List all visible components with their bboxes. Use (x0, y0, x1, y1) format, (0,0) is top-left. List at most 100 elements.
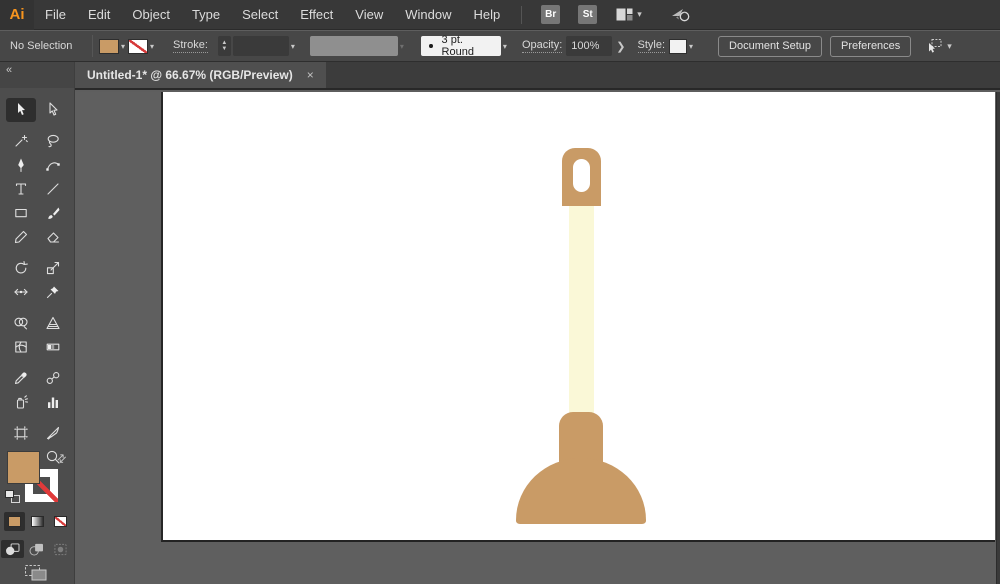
shape-builder-tool[interactable] (6, 311, 36, 335)
width-tool[interactable] (6, 280, 36, 304)
tab-close-icon[interactable]: × (307, 68, 314, 82)
scale-tool[interactable] (38, 256, 68, 280)
stock-button[interactable]: St (578, 5, 598, 24)
type-icon (15, 183, 27, 195)
pen-tool[interactable] (6, 153, 36, 177)
menu-type[interactable]: Type (181, 0, 231, 30)
stroke-weight-stepper[interactable]: ▲ ▼ (217, 36, 231, 56)
rotate-tool[interactable] (6, 256, 36, 280)
plunger-illustration[interactable] (163, 92, 995, 540)
chevron-down-icon[interactable]: ▾ (150, 42, 154, 51)
gradient-tool[interactable] (38, 335, 68, 359)
draw-inside-button[interactable] (49, 540, 72, 558)
type-tool[interactable] (6, 177, 36, 201)
draw-inside-icon (54, 543, 67, 555)
tool-group (0, 256, 74, 304)
controlbar-separator (92, 35, 93, 57)
tool-group (0, 129, 74, 249)
gpu-performance-button[interactable] (670, 7, 690, 23)
eyedropper-tool[interactable] (6, 366, 36, 390)
plunger-shaft-shape[interactable] (569, 204, 594, 429)
chevron-down-icon[interactable]: ▾ (689, 42, 693, 51)
gradient-icon (46, 343, 60, 351)
chevron-down-icon[interactable]: ▾ (503, 42, 507, 51)
chevron-down-icon[interactable]: ▾ (291, 42, 295, 51)
document-workspace[interactable] (75, 92, 1000, 584)
brush-definition-dropdown[interactable]: 3 pt. Round (420, 34, 501, 58)
none-mode-button[interactable] (50, 512, 71, 531)
fill-color-swatch[interactable] (99, 38, 119, 54)
draw-behind-button[interactable] (25, 540, 48, 558)
menu-view[interactable]: View (344, 0, 394, 30)
blend-tool[interactable] (38, 366, 68, 390)
column-graph-tool[interactable] (38, 390, 68, 414)
eraser-tool[interactable] (38, 225, 68, 249)
gradient-mode-button[interactable] (27, 512, 48, 531)
panel-dock-edge[interactable] (996, 92, 1000, 584)
stepper-down-icon[interactable]: ▼ (221, 46, 227, 52)
bridge-button[interactable]: Br (541, 5, 561, 24)
menu-effect[interactable]: Effect (289, 0, 344, 30)
mesh-tool[interactable] (6, 335, 36, 359)
perspective-grid-tool[interactable] (38, 311, 68, 335)
default-fill-stroke-icon[interactable] (5, 490, 21, 504)
tool-group (0, 311, 74, 359)
selection-options-icon (929, 39, 942, 53)
slice-tool[interactable] (38, 421, 68, 445)
stroke-weight-label[interactable]: Stroke: (173, 39, 208, 53)
collapse-panel-icon[interactable]: « (6, 64, 12, 76)
document-setup-button[interactable]: Document Setup (718, 35, 822, 57)
menu-file[interactable]: File (34, 0, 77, 30)
menu-help[interactable]: Help (462, 0, 511, 30)
curvature-tool[interactable] (38, 153, 68, 177)
workspace-switcher-button[interactable]: ▾ (616, 8, 642, 21)
chevron-down-icon[interactable]: ▾ (947, 41, 952, 52)
stroke-weight-field[interactable] (232, 36, 289, 56)
magic-wand-tool[interactable] (6, 129, 36, 153)
screen-mode-button[interactable] (24, 564, 48, 584)
line-segment-icon (47, 183, 59, 195)
shaper-tool[interactable] (6, 225, 36, 249)
graphic-style-swatch[interactable] (669, 38, 688, 54)
puppet-warp-icon (46, 286, 59, 299)
line-segment-tool[interactable] (38, 177, 68, 201)
perspective-grid-icon (46, 316, 60, 330)
rectangle-tool[interactable] (6, 201, 36, 225)
document-tab-title: Untitled-1* @ 66.67% (RGB/Preview) (87, 68, 293, 82)
stroke-color-swatch[interactable] (128, 38, 149, 54)
shaper-icon (14, 230, 28, 244)
chevron-down-icon[interactable]: ▾ (121, 42, 125, 51)
control-bar: No Selection ▾ ▾ Stroke: ▲ ▼ ▾ ▾ 3 pt. R… (0, 31, 1000, 62)
symbol-sprayer-tool[interactable] (6, 390, 36, 414)
menu-select[interactable]: Select (231, 0, 289, 30)
menu-object[interactable]: Object (121, 0, 181, 30)
preferences-button[interactable]: Preferences (829, 35, 912, 57)
tools-panel: « ⇄ (0, 62, 75, 584)
chevron-right-icon[interactable]: ❯ (616, 40, 625, 53)
fill-proxy-swatch[interactable] (7, 451, 40, 484)
tool-group (0, 366, 74, 414)
menu-edit[interactable]: Edit (77, 0, 121, 30)
lasso-tool[interactable] (38, 129, 68, 153)
draw-normal-button[interactable] (1, 540, 24, 558)
style-label[interactable]: Style: (637, 39, 666, 53)
artboard[interactable] (161, 92, 995, 542)
puppet-warp-tool[interactable] (38, 280, 68, 304)
tool-grid (0, 88, 74, 469)
artboard-tool[interactable] (6, 421, 36, 445)
paintbrush-tool[interactable] (38, 201, 68, 225)
document-tab[interactable]: Untitled-1* @ 66.67% (RGB/Preview) × (75, 62, 326, 88)
width-profile-dropdown[interactable] (309, 36, 398, 56)
opacity-label[interactable]: Opacity: (521, 39, 563, 53)
plunger-handle-hole-shape (573, 159, 590, 192)
selection-options-button[interactable]: ▾ (925, 38, 952, 54)
plunger-cup-dome-shape[interactable] (516, 458, 646, 524)
direct-selection-tool[interactable] (38, 98, 68, 122)
symbol-sprayer-icon (16, 395, 29, 409)
color-mode-button[interactable] (4, 512, 25, 531)
selection-icon (18, 103, 25, 115)
menu-window[interactable]: Window (394, 0, 462, 30)
selection-status: No Selection (10, 40, 73, 52)
opacity-field[interactable]: 100% (566, 36, 613, 56)
selection-tool[interactable] (6, 98, 36, 122)
